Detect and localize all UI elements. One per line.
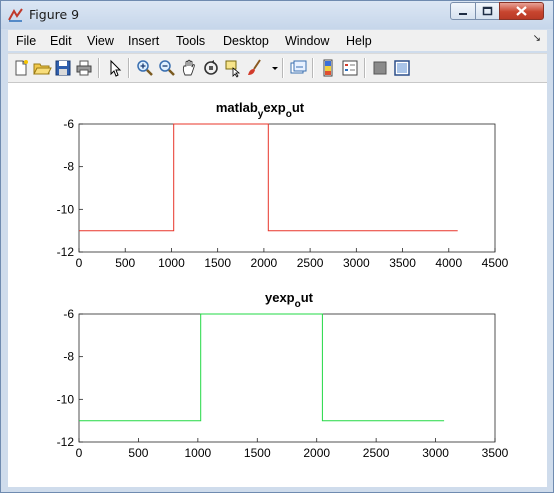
x-tick-label: 2500 [297,256,324,270]
x-tick-label: 3500 [389,256,416,270]
x-tick-label: 1500 [204,256,231,270]
plots-svg: matlabyexpout 0 500 1000 1500 2000 2500 3000 35… [57,100,509,460]
dock-arrow-icon[interactable]: ↘ [533,33,541,44]
maximize-button[interactable] [475,2,500,20]
zoom-out-icon[interactable] [157,58,177,78]
x-tick-label: 2500 [363,446,390,460]
data-cursor-icon[interactable] [223,58,243,78]
figure-canvas: matlabyexpout 0 500 1000 1500 2000 2500 3000 35… [8,82,547,487]
y-tick-label: -6 [63,117,74,131]
y-tick-label: -12 [57,435,75,449]
window-title: Figure 9 [29,7,80,22]
maximize-icon [482,6,493,16]
y-tick-label: -8 [63,160,74,174]
x-tick-label: 2000 [303,446,330,460]
axes-2[interactable]: yexpout 0 500 1000 1500 2000 2500 3000 3500 -6 -8… [57,290,509,460]
brush-icon[interactable] [245,58,265,78]
x-tick-label: 2000 [251,256,278,270]
menu-desktop[interactable]: Desktop [223,34,269,48]
menu-view[interactable]: View [87,34,114,48]
toolbar-separator [98,58,100,78]
menu-window[interactable]: Window [285,34,329,48]
x-tick-label: 0 [76,256,83,270]
rotate-3d-icon[interactable] [201,58,221,78]
figure-window: Figure 9 File Edit View Insert Tools Des… [0,0,554,493]
title-bar[interactable]: Figure 9 [1,1,553,29]
pan-icon[interactable] [179,58,199,78]
x-tick-label: 500 [128,446,148,460]
link-plot-icon[interactable] [288,58,308,78]
matlab-figure-icon [8,8,23,22]
plot-2-frame [78,313,496,443]
menu-edit[interactable]: Edit [50,34,72,48]
show-plot-tools-icon[interactable] [392,58,412,78]
toolbar-separator [312,58,314,78]
colorbar-icon[interactable] [318,58,338,78]
brush-dropdown-icon[interactable] [265,58,278,78]
close-button[interactable] [499,2,544,20]
hide-plot-tools-icon[interactable] [370,58,390,78]
x-tick-label: 0 [76,446,83,460]
x-tick-label: 4500 [482,256,509,270]
toolbar-separator [364,58,366,78]
menu-insert[interactable]: Insert [128,34,159,48]
x-tick-label: 3500 [482,446,509,460]
axes-1[interactable]: matlabyexpout 0 500 1000 1500 2000 2500 3000 35… [57,100,509,270]
new-figure-icon[interactable] [11,58,31,78]
figure-toolbar [8,53,547,82]
plot-1-title: matlabyexpout [216,100,305,120]
toolbar-separator [128,58,130,78]
pointer-icon[interactable] [105,58,125,78]
x-tick-label: 1000 [158,256,185,270]
minimize-button[interactable] [450,2,476,20]
y-tick-label: -10 [57,202,75,216]
plot-1-frame [78,123,496,253]
menu-tools[interactable]: Tools [176,34,205,48]
menu-file[interactable]: File [16,34,36,48]
open-file-icon[interactable] [32,58,52,78]
x-tick-label: 1500 [244,446,271,460]
save-icon[interactable] [53,58,73,78]
x-tick-label: 500 [115,256,135,270]
print-icon[interactable] [74,58,94,78]
x-tick-label: 3000 [343,256,370,270]
y-tick-label: -8 [63,350,74,364]
toolbar-separator [282,58,284,78]
minimize-icon [459,13,467,15]
x-tick-label: 4000 [435,256,462,270]
x-tick-label: 1000 [185,446,212,460]
y-tick-label: -12 [57,245,75,259]
close-icon [516,6,527,16]
plot-2-title: yexpout [265,290,314,310]
menu-bar: File Edit View Insert Tools Desktop Wind… [8,30,547,51]
legend-icon[interactable] [340,58,360,78]
y-tick-label: -6 [63,307,74,321]
x-tick-label: 3000 [422,446,449,460]
menu-help[interactable]: Help [346,34,372,48]
zoom-in-icon[interactable] [135,58,155,78]
y-tick-label: -10 [57,392,75,406]
